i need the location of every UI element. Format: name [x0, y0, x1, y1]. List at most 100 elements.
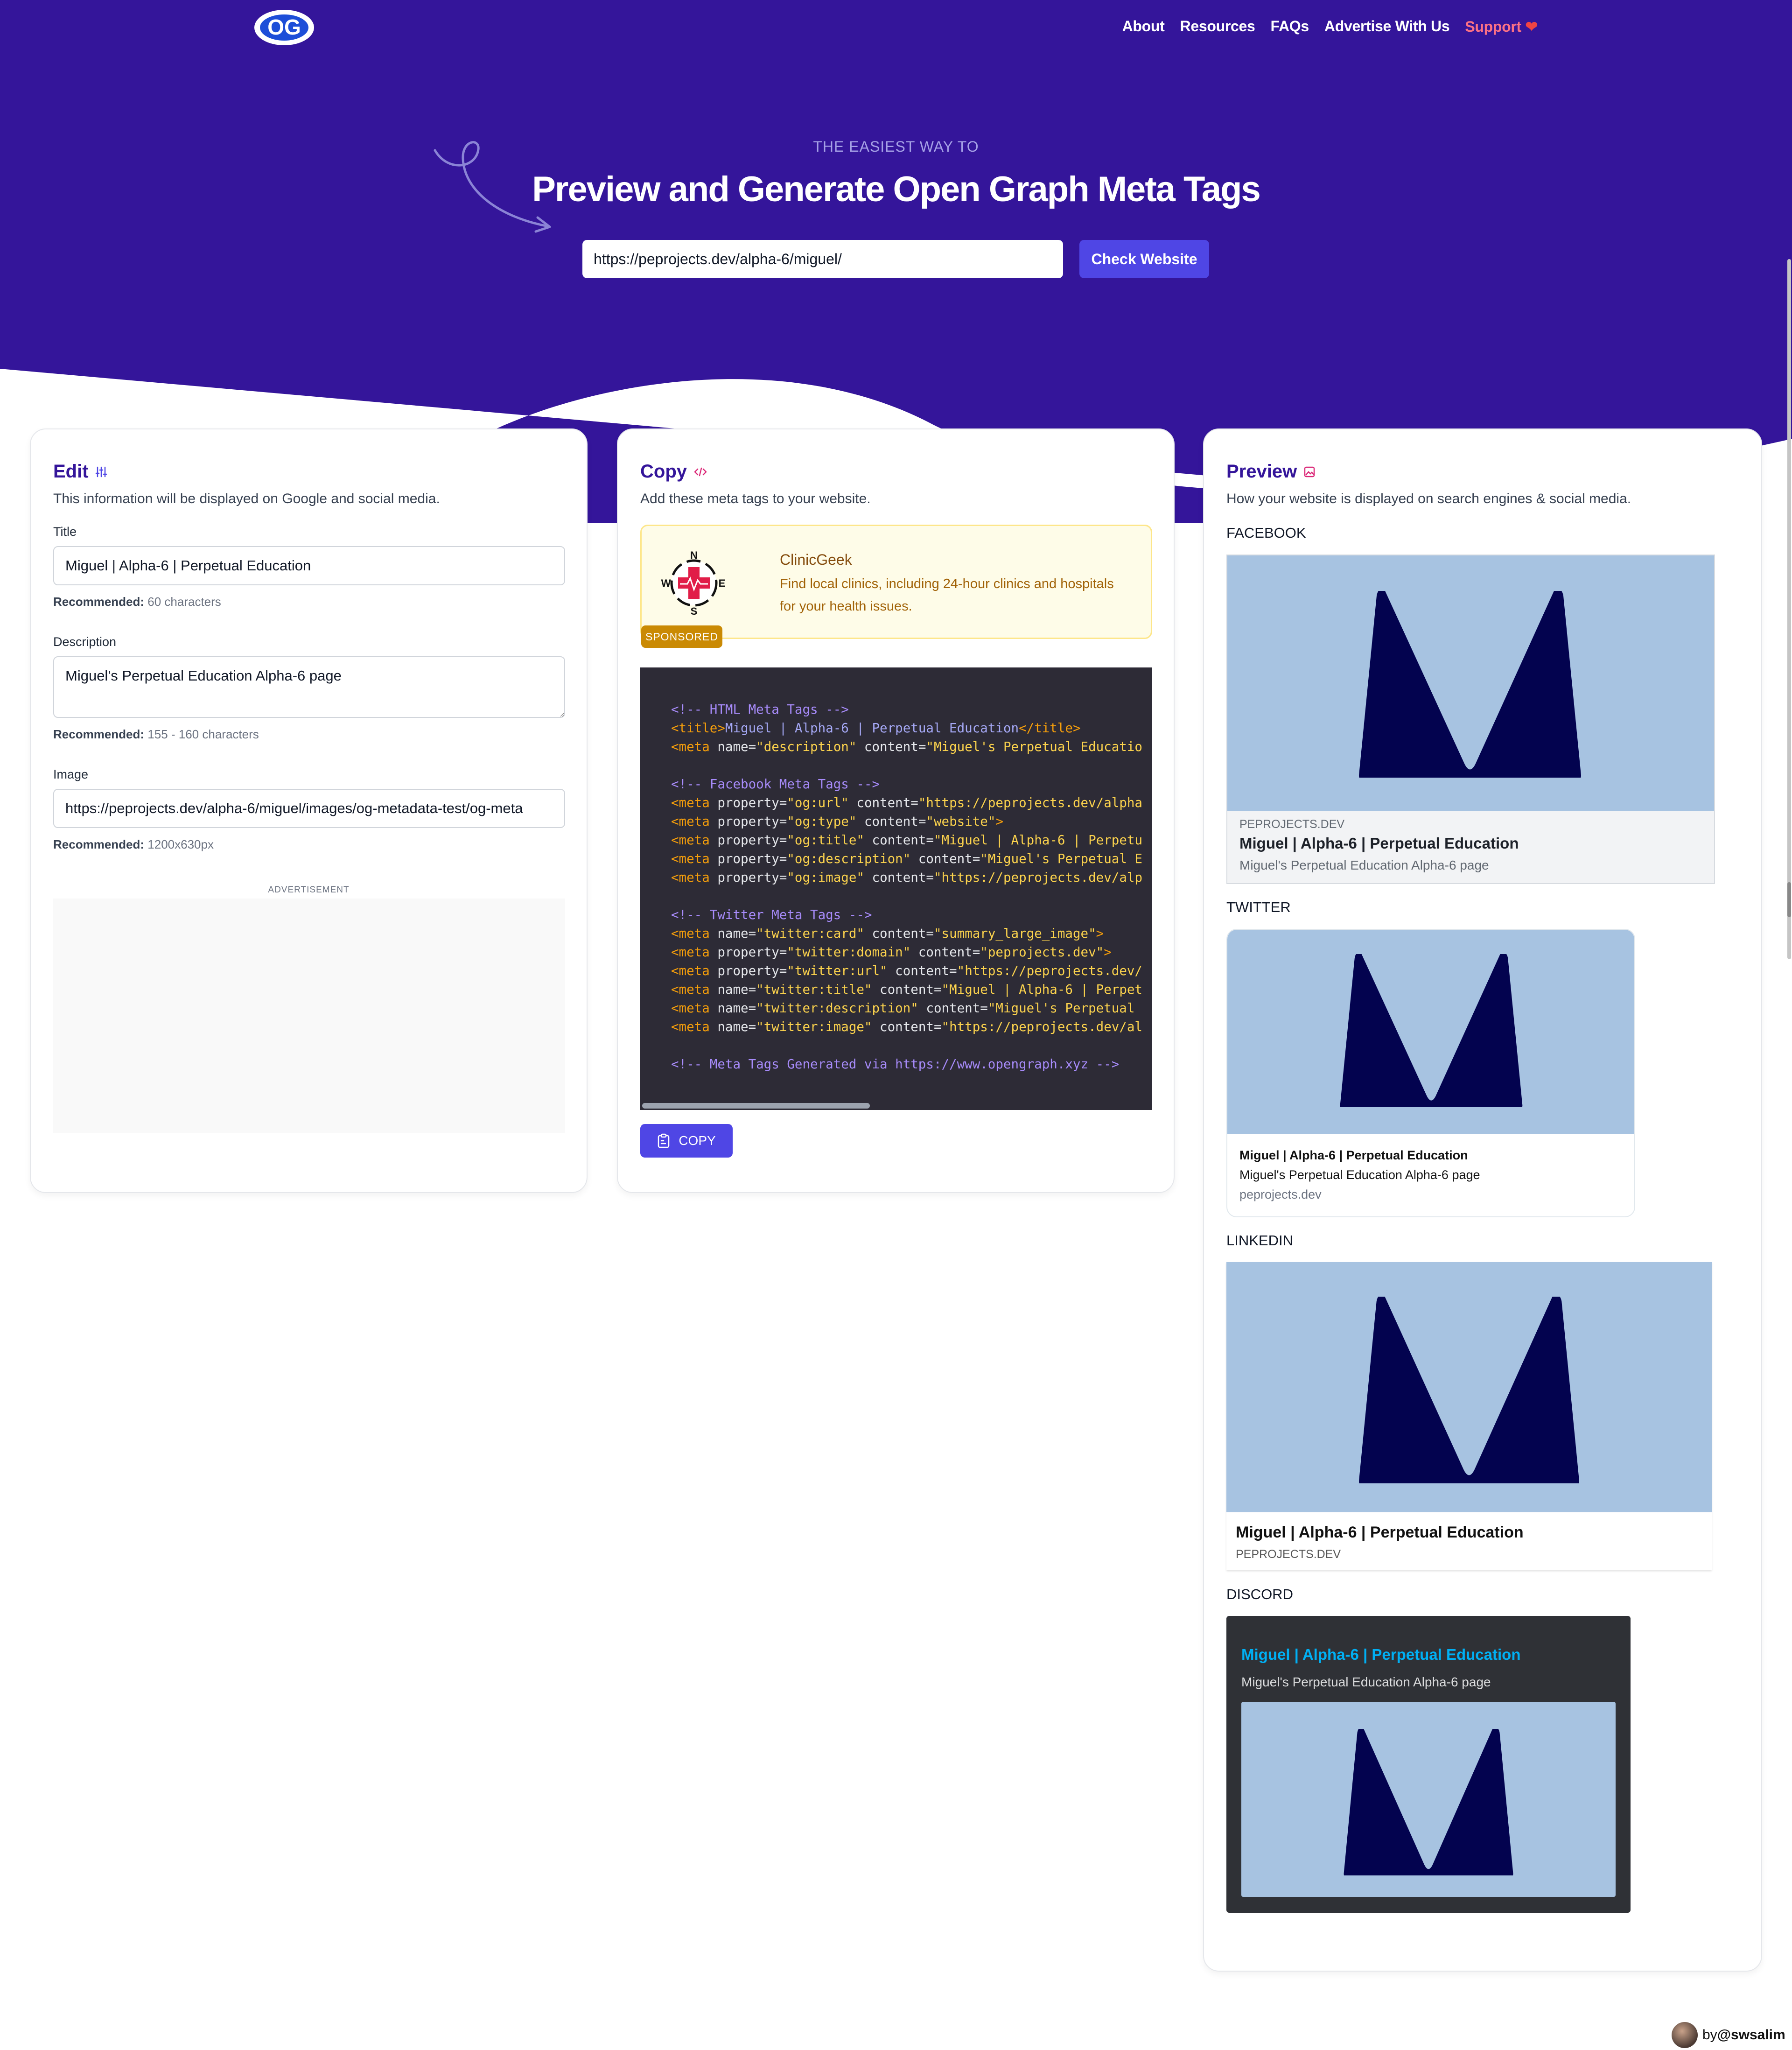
code-title: Miguel | Alpha-6 | Perpetual Education — [725, 721, 1019, 736]
twitter-preview[interactable]: Miguel | Alpha-6 | Perpetual Education M… — [1226, 929, 1635, 1217]
svg-text:OG: OG — [267, 15, 301, 39]
title-recommendation: Recommended: 60 characters — [53, 595, 221, 609]
discord-preview[interactable]: Miguel | Alpha-6 | Perpetual Education M… — [1226, 1616, 1631, 1913]
description-label: Description — [53, 635, 117, 649]
sliders-icon — [95, 466, 107, 477]
title-label: Title — [53, 525, 77, 539]
svg-text:E: E — [719, 577, 726, 589]
author-byline[interactable]: by @swsalim — [1672, 2022, 1785, 2048]
image-label: Image — [53, 767, 89, 781]
image-field[interactable] — [53, 789, 565, 828]
preview-card: Preview How your website is displayed on… — [1203, 428, 1762, 1972]
code-twitter-image: https://peprojects.dev/al — [949, 1019, 1142, 1034]
description-recommendation: Recommended: 155 - 160 characters — [53, 727, 259, 742]
top-nav: About Resources FAQs Advertise With Us S… — [1122, 18, 1538, 35]
image-recommendation: Recommended: 1200x630px — [53, 837, 214, 852]
sponsor-description: Find local clinics, including 24-hour cl… — [780, 576, 1114, 614]
preview-header: Preview — [1226, 461, 1316, 482]
code-twitter-card: summary_large_image — [941, 926, 1089, 941]
code-twitter-title: Miguel | Alpha-6 | Perpet — [949, 982, 1142, 997]
page-scrollbar[interactable] — [1785, 0, 1792, 2050]
discord-label: DISCORD — [1226, 1586, 1293, 1602]
twitter-domain: peprojects.dev — [1239, 1187, 1322, 1201]
nav-advertise[interactable]: Advertise With Us — [1324, 18, 1450, 35]
clinicgeek-logo: N E S W — [661, 550, 726, 616]
facebook-preview[interactable]: PEPROJECTS.DEV Miguel | Alpha-6 | Perpet… — [1226, 555, 1715, 884]
page-scrollbar-thumb[interactable] — [1787, 259, 1791, 959]
code-icon — [694, 467, 707, 476]
code-og-title: Miguel | Alpha-6 | Perpetu — [941, 833, 1142, 848]
m-logo-icon — [1358, 1297, 1580, 1483]
svg-text:S: S — [691, 605, 698, 616]
copy-button-label: COPY — [679, 1133, 716, 1148]
nav-support-label: Support — [1465, 18, 1521, 35]
copy-button[interactable]: COPY — [640, 1124, 733, 1158]
m-logo-icon — [1344, 1729, 1513, 1875]
facebook-domain: PEPROJECTS.DEV — [1239, 818, 1345, 831]
code-scrollbar-thumb[interactable] — [642, 1103, 870, 1109]
check-website-button[interactable]: Check Website — [1079, 240, 1209, 278]
clipboard-icon — [658, 1133, 670, 1148]
discord-preview-image — [1241, 1702, 1616, 1897]
code-description: Miguel's Perpetual Educatio — [933, 739, 1142, 754]
nav-about[interactable]: About — [1122, 18, 1165, 35]
advertisement-label: ADVERTISEMENT — [268, 885, 350, 895]
copy-title: Copy — [640, 461, 687, 482]
byline-prefix: by — [1702, 2027, 1717, 2043]
url-input[interactable] — [582, 240, 1063, 278]
edit-subtitle: This information will be displayed on Go… — [53, 491, 440, 506]
nav-resources[interactable]: Resources — [1180, 18, 1255, 35]
hero-eyebrow: THE EASIEST WAY TO — [813, 138, 979, 155]
facebook-description: Miguel's Perpetual Education Alpha-6 pag… — [1239, 858, 1489, 872]
code-scrollbar[interactable] — [640, 1100, 1152, 1110]
title-field[interactable] — [53, 546, 565, 585]
code-og-url: https://peprojects.dev/alpha — [926, 795, 1142, 810]
m-logo-icon — [1340, 954, 1523, 1107]
description-rec-label: Recommended: — [53, 727, 145, 741]
advertisement-slot[interactable] — [53, 899, 565, 1133]
code-og-image: https://peprojects.dev/alp — [941, 870, 1142, 885]
facebook-label: FACEBOOK — [1226, 525, 1306, 541]
sponsored-badge: SPONSORED — [641, 625, 722, 648]
code-comment: <!-- Facebook Meta Tags --> — [671, 777, 880, 792]
copy-subtitle: Add these meta tags to your website. — [640, 491, 871, 506]
code-og-type: website — [933, 814, 988, 829]
hero-headline: Preview and Generate Open Graph Meta Tag… — [532, 169, 1261, 209]
image-rec-value: 1200x630px — [147, 837, 214, 851]
twitter-description: Miguel's Perpetual Education Alpha-6 pag… — [1239, 1168, 1480, 1182]
edit-title: Edit — [53, 461, 89, 482]
image-icon — [1304, 466, 1315, 477]
title-rec-value: 60 characters — [147, 595, 221, 609]
sponsor-name: ClinicGeek — [780, 551, 852, 568]
sponsor-banner[interactable]: N E S W ClinicGeek Find local clinics, i… — [640, 525, 1152, 639]
m-logo-icon — [1359, 591, 1581, 778]
preview-title: Preview — [1226, 461, 1297, 482]
code-comment: <!-- Twitter Meta Tags --> — [671, 907, 872, 922]
page-scrollbar-marker — [1787, 882, 1791, 917]
linkedin-label: LINKEDIN — [1226, 1232, 1293, 1249]
nav-faqs[interactable]: FAQs — [1271, 18, 1309, 35]
heart-icon: ❤ — [1525, 18, 1538, 35]
image-rec-label: Recommended: — [53, 837, 145, 851]
linkedin-preview-image — [1226, 1262, 1712, 1512]
discord-description: Miguel's Perpetual Education Alpha-6 pag… — [1241, 1675, 1491, 1689]
copy-card: Copy Add these meta tags to your website… — [617, 428, 1175, 1193]
code-block[interactable]: <!-- HTML Meta Tags --> <title>Miguel | … — [640, 667, 1152, 1110]
twitter-title: Miguel | Alpha-6 | Perpetual Education — [1239, 1148, 1468, 1162]
facebook-preview-meta: PEPROJECTS.DEV Miguel | Alpha-6 | Perpet… — [1227, 811, 1714, 883]
nav-support[interactable]: Support ❤ — [1465, 18, 1538, 35]
edit-card: Edit This information will be displayed … — [30, 428, 588, 1193]
og-logo[interactable]: OG — [253, 8, 315, 47]
code-twitter-description: Miguel's Perpetual — [995, 1001, 1142, 1016]
linkedin-title: Miguel | Alpha-6 | Perpetual Education — [1236, 1523, 1524, 1541]
preview-subtitle: How your website is displayed on search … — [1226, 491, 1631, 506]
discord-title[interactable]: Miguel | Alpha-6 | Perpetual Education — [1241, 1646, 1520, 1664]
description-field[interactable]: Miguel's Perpetual Education Alpha-6 pag… — [53, 656, 565, 718]
linkedin-domain: PEPROJECTS.DEV — [1236, 1548, 1341, 1561]
linkedin-preview[interactable]: Miguel | Alpha-6 | Perpetual Education P… — [1226, 1262, 1712, 1570]
byline-handle: @swsalim — [1717, 2027, 1785, 2043]
title-rec-label: Recommended: — [53, 595, 145, 609]
svg-text:N: N — [690, 550, 698, 561]
copy-header: Copy — [640, 461, 707, 482]
code-twitter-domain: peprojects.dev — [987, 945, 1096, 960]
